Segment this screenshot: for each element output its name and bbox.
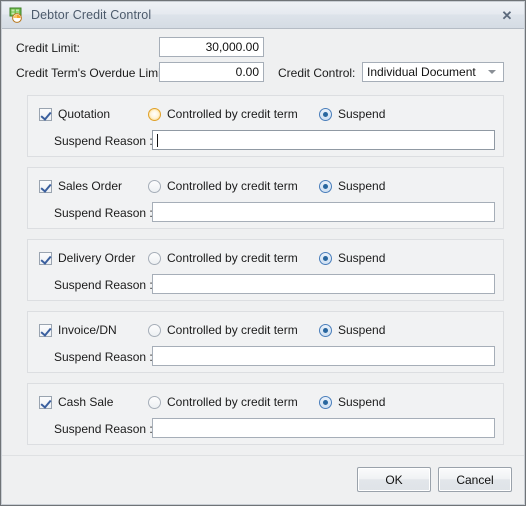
sales-order-suspend-label: Suspend (338, 179, 386, 193)
quotation-suspend-label: Suspend (338, 107, 386, 121)
debtor-credit-icon (9, 7, 25, 23)
delivery-order-checkbox[interactable]: Delivery Order (39, 251, 135, 265)
text-caret (157, 133, 158, 147)
cash-sale-radio-suspend[interactable]: Suspend (319, 395, 385, 409)
group-cash-sale: Cash Sale Controlled by credit term Susp… (27, 383, 504, 445)
checkbox-check-icon (39, 107, 52, 121)
delivery-order-reason-label: Suspend Reason : (54, 278, 153, 292)
delivery-order-reason-input[interactable] (152, 274, 495, 294)
credit-control-label: Credit Control: (278, 66, 356, 80)
credit-limit-label: Credit Limit: (16, 41, 81, 55)
overdue-limit-input[interactable]: 0.00 (159, 62, 264, 82)
radio-selected-icon (319, 323, 332, 337)
radio-icon (148, 251, 161, 265)
cash-sale-checkbox[interactable]: Cash Sale (39, 395, 113, 409)
quotation-reason-input[interactable] (152, 130, 495, 150)
group-sales-order: Sales Order Controlled by credit term Su… (27, 167, 504, 229)
sales-order-checkbox[interactable]: Sales Order (39, 179, 122, 193)
invoice-dn-radio-suspend[interactable]: Suspend (319, 323, 385, 337)
footer-divider (2, 455, 524, 456)
radio-selected-icon (319, 107, 332, 121)
radio-icon (148, 323, 161, 337)
debtor-credit-control-window: Debtor Credit Control ✕ Credit Limit: 30… (0, 0, 526, 506)
chevron-down-icon (488, 70, 496, 74)
delivery-order-controlled-label: Controlled by credit term (167, 251, 298, 265)
invoice-dn-label: Invoice/DN (58, 323, 117, 337)
invoice-dn-controlled-label: Controlled by credit term (167, 323, 298, 337)
quotation-reason-label: Suspend Reason : (54, 134, 153, 148)
group-quotation: Quotation Controlled by credit term Susp… (27, 95, 504, 157)
delivery-order-radio-controlled[interactable]: Controlled by credit term (148, 251, 298, 265)
radio-icon (148, 395, 161, 409)
sales-order-reason-label: Suspend Reason : (54, 206, 153, 220)
credit-control-value: Individual Document (367, 65, 476, 79)
sales-order-radio-suspend[interactable]: Suspend (319, 179, 385, 193)
radio-icon (148, 107, 161, 121)
credit-header-panel: Credit Limit: 30,000.00 Credit Term's Ov… (2, 29, 524, 91)
dialog-client-area: Credit Limit: 30,000.00 Credit Term's Ov… (2, 29, 524, 504)
radio-icon (148, 179, 161, 193)
checkbox-check-icon (39, 395, 52, 409)
checkbox-check-icon (39, 179, 52, 193)
quotation-label: Quotation (58, 107, 111, 121)
group-invoice-dn: Invoice/DN Controlled by credit term Sus… (27, 311, 504, 373)
quotation-radio-suspend[interactable]: Suspend (319, 107, 385, 121)
invoice-dn-checkbox[interactable]: Invoice/DN (39, 323, 117, 337)
close-icon[interactable]: ✕ (496, 6, 518, 25)
checkbox-check-icon (39, 251, 52, 265)
cash-sale-reason-label: Suspend Reason : (54, 422, 153, 436)
quotation-radio-controlled[interactable]: Controlled by credit term (148, 107, 298, 121)
sales-order-controlled-label: Controlled by credit term (167, 179, 298, 193)
radio-selected-icon (319, 251, 332, 265)
quotation-controlled-label: Controlled by credit term (167, 107, 298, 121)
invoice-dn-radio-controlled[interactable]: Controlled by credit term (148, 323, 298, 337)
sales-order-radio-controlled[interactable]: Controlled by credit term (148, 179, 298, 193)
sales-order-reason-input[interactable] (152, 202, 495, 222)
radio-selected-icon (319, 395, 332, 409)
sales-order-label: Sales Order (58, 179, 123, 193)
window-titlebar[interactable]: Debtor Credit Control ✕ (2, 2, 524, 29)
cash-sale-controlled-label: Controlled by credit term (167, 395, 298, 409)
invoice-dn-suspend-label: Suspend (338, 323, 386, 337)
quotation-checkbox[interactable]: Quotation (39, 107, 110, 121)
cash-sale-label: Cash Sale (58, 395, 114, 409)
overdue-limit-label: Credit Term's Overdue Limit: (16, 66, 168, 80)
invoice-dn-reason-label: Suspend Reason : (54, 350, 153, 364)
ok-button[interactable]: OK (357, 467, 431, 492)
delivery-order-suspend-label: Suspend (338, 251, 386, 265)
delivery-order-label: Delivery Order (58, 251, 136, 265)
cash-sale-radio-controlled[interactable]: Controlled by credit term (148, 395, 298, 409)
cancel-button[interactable]: Cancel (438, 467, 512, 492)
delivery-order-radio-suspend[interactable]: Suspend (319, 251, 385, 265)
checkbox-check-icon (39, 323, 52, 337)
invoice-dn-reason-input[interactable] (152, 346, 495, 366)
window-title: Debtor Credit Control (31, 8, 152, 22)
credit-limit-input[interactable]: 30,000.00 (159, 37, 264, 57)
radio-selected-icon (319, 179, 332, 193)
cash-sale-suspend-label: Suspend (338, 395, 386, 409)
group-delivery-order: Delivery Order Controlled by credit term… (27, 239, 504, 301)
credit-control-select[interactable]: Individual Document (362, 62, 504, 82)
cash-sale-reason-input[interactable] (152, 418, 495, 438)
